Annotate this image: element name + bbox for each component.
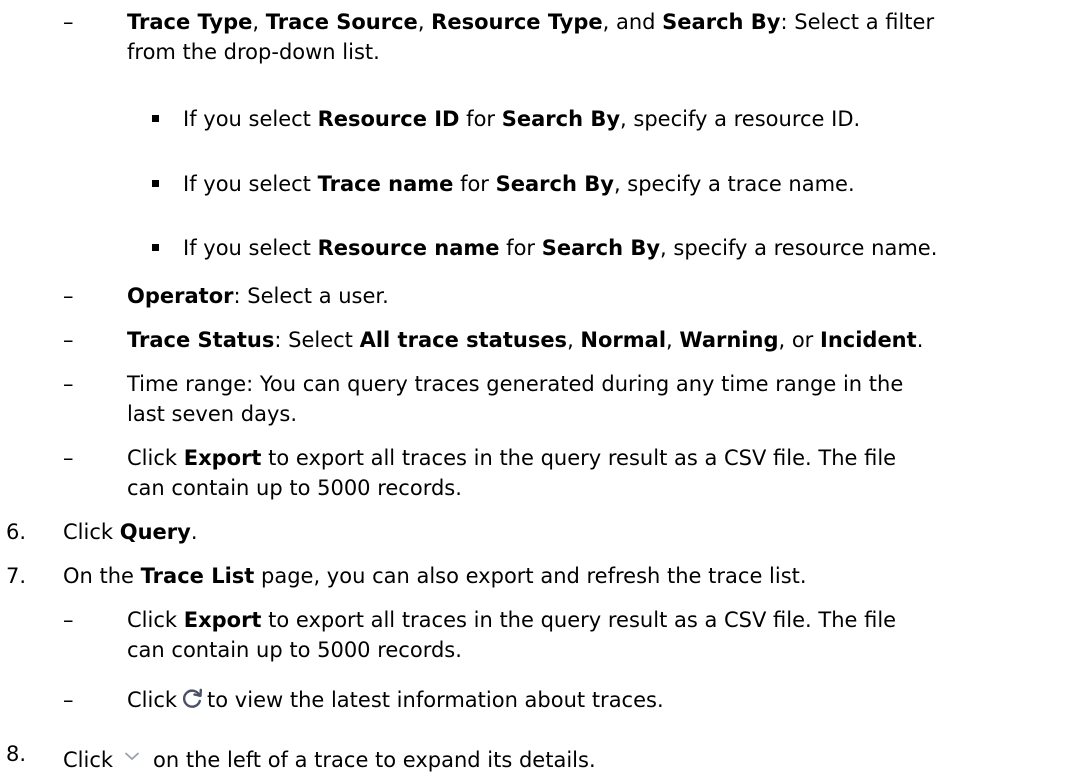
square-bullet [152,244,159,251]
bullet-dash: – [63,284,74,308]
bullet-dash: – [63,446,74,470]
refresh-item: Click to view the latest information abou… [127,685,1057,718]
export-item-2: Click Export to export all traces in the… [127,608,897,662]
search-by-trace-name-item: If you select Trace name for Search By, … [183,172,855,196]
step-number: 8. [6,742,27,766]
search-by-resource-id-item: If you select Resource ID for Search By,… [183,107,861,131]
bullet-dash: – [63,688,74,712]
step-8: Click on the left of a trace to expand it… [63,739,1053,775]
step-7: On the Trace List page, you can also exp… [63,564,807,588]
term-trace-source: Trace Source [265,10,418,34]
square-bullet [152,115,159,122]
term-resource-type: Resource Type [431,10,603,34]
export-item: Click Export to export all traces in the… [127,446,897,500]
step-number: 6. [6,520,27,544]
step-6: Click Query. [63,520,198,544]
bullet-dash: – [63,328,74,352]
filters-item-continuation: from the drop-down list. [127,40,380,64]
trace-status-item: Trace Status: Select All trace statuses,… [127,328,924,352]
bullet-dash: – [63,372,74,396]
bullet-dash: – [63,608,74,632]
operator-item: Operator: Select a user. [127,284,389,308]
bullet-dash: – [63,10,74,34]
term-search-by: Search By [662,10,781,34]
term-trace-type: Trace Type [127,10,253,34]
filters-item: Trace Type, Trace Source, Resource Type,… [127,10,935,64]
refresh-icon [180,686,204,718]
step-number: 7. [6,564,27,588]
search-by-resource-name-item: If you select Resource name for Search B… [183,236,938,260]
square-bullet [152,180,159,187]
time-range-item: Time range: You can query traces generat… [127,372,904,426]
chevron-down-icon [125,739,139,769]
